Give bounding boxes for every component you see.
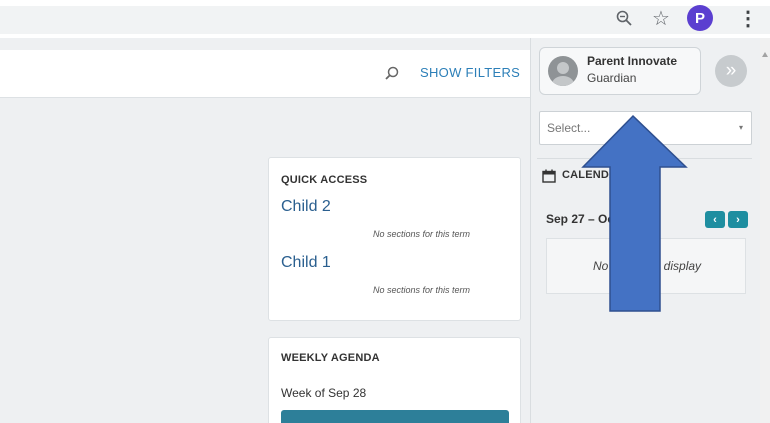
- kebab-menu-icon[interactable]: ⋮: [738, 6, 758, 30]
- scroll-up-arrow-icon[interactable]: [762, 52, 768, 57]
- no-events-message: No events to display: [592, 259, 702, 273]
- user-menu[interactable]: Parent Innovate Guardian: [539, 47, 701, 95]
- calendar-heading: CALENDAR: [562, 169, 626, 181]
- profile-avatar[interactable]: P: [687, 5, 713, 31]
- calendar-prev-button[interactable]: ‹: [705, 211, 725, 228]
- week-label: Week of Sep 28: [281, 386, 367, 400]
- user-role: Guardian: [587, 71, 637, 85]
- calendar-next-button[interactable]: ›: [728, 211, 748, 228]
- quick-access-title: QUICK ACCESS: [281, 174, 368, 186]
- calendar-icon: [542, 169, 556, 183]
- child-note: No sections for this term: [372, 229, 470, 239]
- search-bar[interactable]: SHOW FILTERS: [0, 50, 530, 98]
- child-link[interactable]: Child 2: [281, 198, 331, 216]
- show-filters-link[interactable]: SHOW FILTERS: [420, 65, 520, 80]
- sidebar-divider: [537, 158, 752, 159]
- child-note: No sections for this term: [372, 285, 470, 295]
- zoom-icon[interactable]: [612, 6, 636, 30]
- child-link[interactable]: Child 1: [281, 254, 331, 272]
- course-select[interactable]: Select... ▾: [539, 111, 752, 145]
- star-icon[interactable]: ☆: [648, 6, 674, 30]
- search-icon[interactable]: [382, 64, 402, 84]
- page-body: SHOW FILTERS QUICK ACCESS Child 2 No sec…: [0, 38, 770, 423]
- quick-access-card: QUICK ACCESS Child 2 No sections for thi…: [268, 157, 521, 321]
- chevron-down-icon: ▾: [738, 123, 743, 132]
- select-placeholder: Select...: [547, 121, 591, 135]
- browser-toolbar: ☆ P ⋮: [0, 0, 770, 38]
- weekly-agenda-button[interactable]: [281, 410, 509, 423]
- calendar-date-range: Sep 27 – Oct 3: [546, 212, 629, 226]
- user-name: Parent Innovate: [587, 54, 678, 68]
- right-sidebar: Parent Innovate Guardian » Select... ▾ C…: [531, 38, 760, 423]
- user-avatar: [548, 56, 578, 86]
- expand-panel-button[interactable]: »: [715, 55, 747, 87]
- scrollbar[interactable]: [760, 38, 770, 423]
- weekly-agenda-title: WEEKLY AGENDA: [281, 352, 380, 364]
- weekly-agenda-card: WEEKLY AGENDA Week of Sep 28: [268, 337, 521, 423]
- calendar-events-box: No events to display: [546, 238, 746, 294]
